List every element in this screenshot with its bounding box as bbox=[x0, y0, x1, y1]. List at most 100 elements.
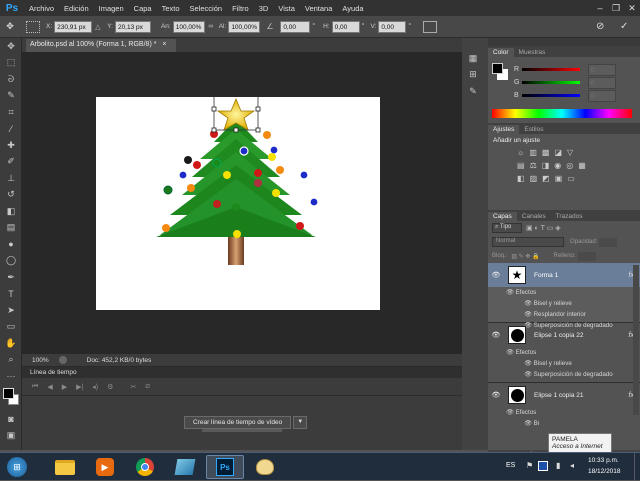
effect-item[interactable]: Resplandor interior bbox=[534, 311, 586, 318]
timeline-scrollbar[interactable] bbox=[202, 429, 282, 432]
link-size-icon[interactable]: ∞ bbox=[205, 23, 217, 30]
split-icon[interactable]: ✂ bbox=[130, 383, 136, 391]
tab-capas[interactable]: Capas bbox=[488, 212, 517, 221]
selective-color-icon[interactable]: ▣ bbox=[555, 174, 563, 183]
color-balance-icon[interactable]: ⚖ bbox=[530, 161, 537, 170]
clock-time[interactable]: 10:33 p.m. bbox=[588, 457, 619, 464]
blur-tool-icon[interactable]: ● bbox=[0, 236, 22, 253]
menu-capa[interactable]: Capa bbox=[129, 4, 157, 13]
reference-point-icon[interactable] bbox=[26, 20, 40, 33]
menu-texto[interactable]: Texto bbox=[157, 4, 185, 13]
r-slider[interactable] bbox=[522, 68, 580, 71]
visibility-eye-icon[interactable]: 👁 bbox=[524, 371, 532, 378]
visibility-eye-icon[interactable]: 👁 bbox=[524, 300, 532, 307]
fill-field[interactable] bbox=[577, 251, 596, 261]
brush-panel-icon[interactable]: ✎ bbox=[462, 83, 484, 100]
timeline-dropdown-icon[interactable]: ▼ bbox=[293, 416, 308, 429]
visibility-eye-icon[interactable]: 👁 bbox=[488, 331, 504, 339]
shape-tool-icon[interactable]: ▭ bbox=[0, 319, 22, 336]
start-button[interactable]: ⊞ bbox=[2, 455, 32, 479]
zoom-level[interactable]: 100% bbox=[32, 357, 49, 364]
tray-flag-icon[interactable]: ⚑ bbox=[526, 461, 533, 470]
move-tool-icon[interactable]: ✥ bbox=[0, 21, 20, 32]
taskbar-explorer[interactable] bbox=[46, 455, 84, 479]
warp-icon[interactable] bbox=[423, 20, 438, 33]
color-spectrum-bar[interactable] bbox=[492, 109, 632, 118]
next-frame-icon[interactable]: ▶| bbox=[76, 383, 83, 391]
visibility-eye-icon[interactable]: 👁 bbox=[524, 311, 532, 318]
photo-filter-icon[interactable]: ◉ bbox=[554, 161, 561, 170]
brush-tool-icon[interactable]: ✐ bbox=[0, 154, 22, 171]
exposure-icon[interactable]: ◪ bbox=[554, 148, 562, 157]
effect-item[interactable]: Bisel y relieve bbox=[534, 300, 572, 307]
first-frame-icon[interactable]: ⏮ bbox=[32, 383, 38, 391]
link-xy-icon[interactable]: △ bbox=[95, 23, 105, 31]
tab-color[interactable]: Color bbox=[488, 48, 514, 57]
visibility-eye-icon[interactable]: 👁 bbox=[524, 420, 532, 427]
g-slider[interactable] bbox=[522, 81, 580, 84]
filter-icons[interactable]: ▣ ◐ T ▭ ◈ bbox=[526, 224, 561, 232]
layer-name[interactable]: Forma 1 bbox=[534, 272, 558, 279]
effect-item[interactable]: Bi bbox=[534, 420, 540, 427]
v-skew-field[interactable]: 0,00 bbox=[378, 20, 407, 33]
minimize-icon[interactable]: – bbox=[592, 0, 608, 16]
levels-icon[interactable]: ▥ bbox=[529, 148, 537, 157]
effect-item[interactable]: Bisel y relieve bbox=[534, 360, 572, 367]
close-tab-icon[interactable]: × bbox=[162, 41, 166, 48]
y-field[interactable]: 20,13 px bbox=[114, 20, 151, 33]
play-icon[interactable]: ▶ bbox=[62, 383, 67, 391]
hand-tool-icon[interactable]: ✋ bbox=[0, 335, 22, 352]
menu-filtro[interactable]: Filtro bbox=[227, 4, 254, 13]
tray-network-icon[interactable]: ▮ bbox=[556, 461, 560, 470]
layer-name[interactable]: Elipse 1 copia 21 bbox=[534, 392, 584, 399]
tab-ajustes[interactable]: Ajustes bbox=[488, 125, 520, 134]
pen-tool-icon[interactable]: ✒ bbox=[0, 269, 22, 286]
menu-ayuda[interactable]: Ayuda bbox=[337, 4, 368, 13]
history-brush-tool-icon[interactable]: ↺ bbox=[0, 187, 22, 204]
color-lookup-icon[interactable]: ▦ bbox=[578, 161, 586, 170]
menu-vista[interactable]: Vista bbox=[273, 4, 300, 13]
tab-trazados[interactable]: Trazados bbox=[551, 212, 588, 221]
language-indicator[interactable]: ES bbox=[506, 462, 515, 469]
history-panel-icon[interactable]: ▦ bbox=[462, 50, 484, 67]
layers-scrollbar[interactable] bbox=[633, 265, 639, 415]
document-tab[interactable]: Arbolito.psd al 100% (Forma 1, RGB/8) * … bbox=[26, 39, 176, 52]
close-icon[interactable]: ✕ bbox=[624, 0, 640, 16]
g-field[interactable]: 0 bbox=[588, 76, 616, 89]
prev-frame-icon[interactable]: ◀ bbox=[47, 383, 52, 391]
visibility-eye-icon[interactable]: 👁 bbox=[506, 289, 514, 296]
bw-icon[interactable]: ◨ bbox=[542, 161, 550, 170]
visibility-eye-icon[interactable]: 👁 bbox=[506, 409, 514, 416]
h-skew-field[interactable]: 0,00 bbox=[331, 20, 360, 33]
x-field[interactable]: 230,91 px bbox=[54, 20, 93, 33]
angle-field[interactable]: 0,00 bbox=[280, 20, 311, 33]
crop-tool-icon[interactable]: ⌗ bbox=[0, 104, 22, 121]
document-canvas[interactable] bbox=[96, 85, 380, 310]
invert-icon[interactable]: ◧ bbox=[517, 174, 525, 183]
visibility-eye-icon[interactable]: 👁 bbox=[488, 391, 504, 399]
layer-elipse-1-copia-22[interactable]: 👁 Elipse 1 copia 22 fx 👁 Efectos 👁 Bisel… bbox=[488, 323, 640, 383]
tray-volume-icon[interactable]: ◂ bbox=[570, 461, 574, 470]
b-field[interactable]: 0 bbox=[588, 89, 616, 102]
width-field[interactable]: 100,00% bbox=[172, 20, 205, 33]
menu-3d[interactable]: 3D bbox=[254, 4, 274, 13]
clock-date[interactable]: 18/12/2018 bbox=[588, 468, 621, 475]
tab-canales[interactable]: Canales bbox=[517, 212, 551, 221]
taskbar-photoshop[interactable]: Ps bbox=[206, 455, 244, 479]
tab-estilos[interactable]: Estilos bbox=[519, 125, 548, 134]
opacity-field[interactable] bbox=[599, 237, 618, 247]
layer-row[interactable]: 👁 Elipse 1 copia 22 fx bbox=[488, 323, 640, 347]
clone-stamp-tool-icon[interactable]: ⊥ bbox=[0, 170, 22, 187]
show-desktop-button[interactable] bbox=[634, 453, 640, 481]
tab-muestras[interactable]: Muestras bbox=[514, 48, 551, 57]
foreground-color-swatch[interactable] bbox=[3, 387, 14, 399]
taskbar-app[interactable] bbox=[166, 455, 204, 479]
layer-name[interactable]: Elipse 1 copia 22 bbox=[534, 332, 584, 339]
eyedropper-tool-icon[interactable]: ⁄ bbox=[0, 121, 22, 138]
height-field[interactable]: 100,00% bbox=[228, 20, 261, 33]
audio-icon[interactable]: ◂) bbox=[92, 383, 98, 391]
curves-icon[interactable]: ▩ bbox=[542, 148, 550, 157]
taskbar-paint[interactable] bbox=[246, 455, 284, 479]
brightness-icon[interactable]: ☼ bbox=[517, 148, 524, 157]
visibility-eye-icon[interactable]: 👁 bbox=[488, 271, 504, 279]
